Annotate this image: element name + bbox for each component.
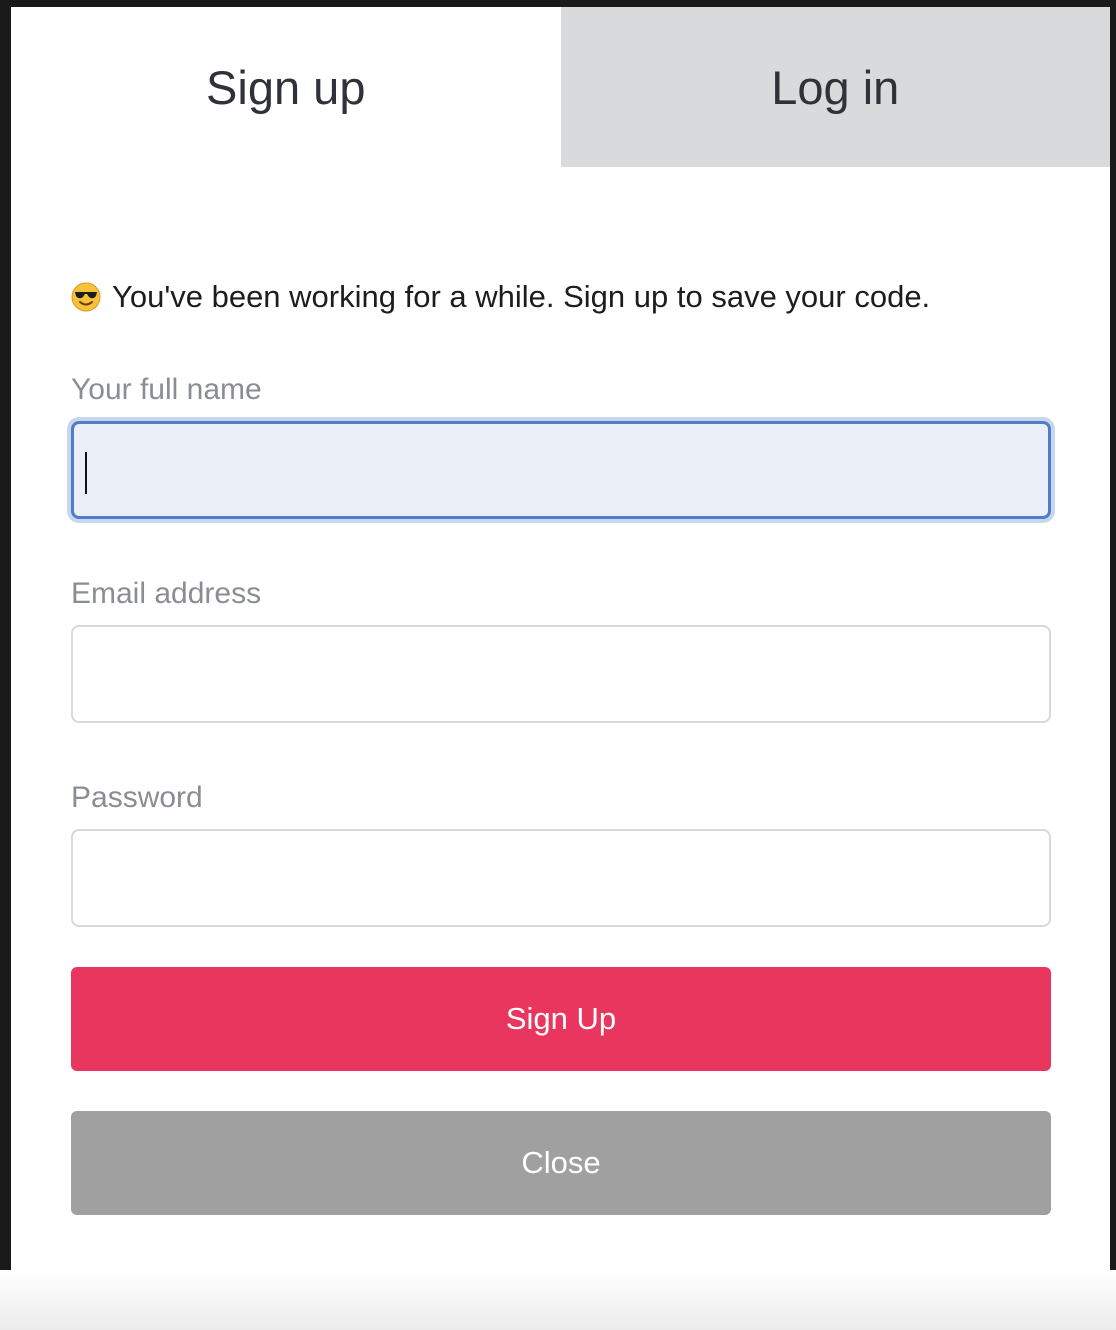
- full-name-field[interactable]: [71, 421, 1051, 519]
- notice-text: You've been working for a while. Sign up…: [112, 279, 931, 314]
- signup-form: You've been working for a while. Sign up…: [11, 277, 1110, 1215]
- sign-up-button[interactable]: Sign Up: [71, 967, 1051, 1071]
- email-field[interactable]: [71, 625, 1051, 723]
- full-name-label: Your full name: [71, 373, 262, 406]
- tab-signup[interactable]: Sign up: [11, 7, 561, 167]
- tab-login[interactable]: Log in: [560, 7, 1110, 167]
- password-field[interactable]: [71, 829, 1051, 927]
- email-label: Email address: [71, 577, 262, 610]
- bottom-edge: [0, 1270, 1116, 1330]
- text-caret: [85, 452, 87, 494]
- save-code-notice: You've been working for a while. Sign up…: [71, 277, 1050, 317]
- close-button[interactable]: Close: [71, 1111, 1051, 1215]
- sunglasses-emoji-icon: [71, 282, 101, 312]
- signup-modal: Sign up Log in You've been working for a…: [11, 7, 1110, 1330]
- password-label: Password: [71, 781, 203, 814]
- auth-tabs: Sign up Log in: [11, 7, 1110, 167]
